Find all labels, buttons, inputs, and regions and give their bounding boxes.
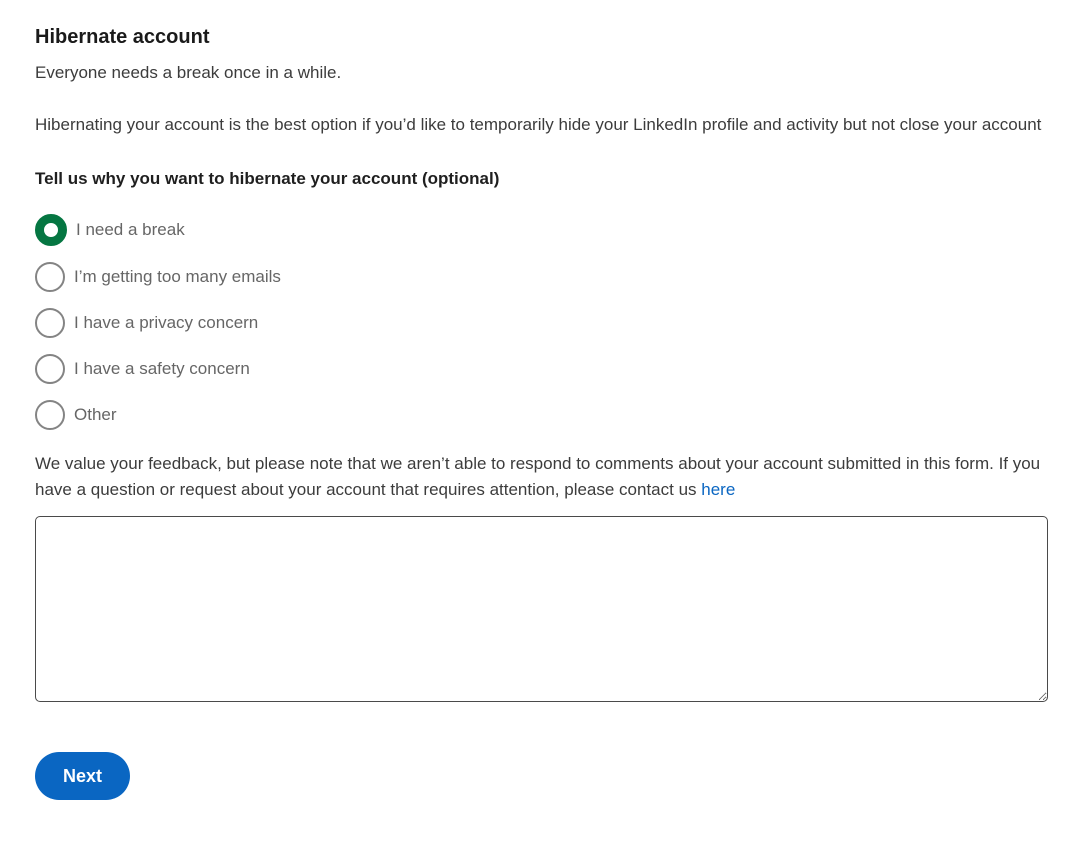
radio-button-icon[interactable] xyxy=(35,214,67,246)
radio-option-4[interactable]: Other xyxy=(35,400,1048,430)
radio-option-0[interactable]: I need a break xyxy=(35,214,1048,246)
feedback-note-text: We value your feedback, but please note … xyxy=(35,454,1040,499)
radio-option-label: I need a break xyxy=(76,219,185,241)
feedback-note: We value your feedback, but please note … xyxy=(35,451,1048,503)
radio-option-3[interactable]: I have a safety concern xyxy=(35,354,1048,384)
feedback-textarea[interactable] xyxy=(35,516,1048,702)
radio-button-icon[interactable] xyxy=(35,354,65,384)
next-button[interactable]: Next xyxy=(35,752,130,800)
radio-button-icon[interactable] xyxy=(35,262,65,292)
form-actions: Next xyxy=(35,752,1048,800)
radio-button-icon[interactable] xyxy=(35,400,65,430)
radio-option-label: I’m getting too many emails xyxy=(74,266,281,288)
radio-option-2[interactable]: I have a privacy concern xyxy=(35,308,1048,338)
hibernate-description: Hibernating your account is the best opt… xyxy=(35,112,1048,138)
contact-us-link[interactable]: here xyxy=(701,480,735,499)
page-title: Hibernate account xyxy=(35,24,1048,50)
radio-button-icon[interactable] xyxy=(35,308,65,338)
hibernate-reason-radio-group: I need a break I’m getting too many emai… xyxy=(35,214,1048,430)
page-subtitle: Everyone needs a break once in a while. xyxy=(35,62,1048,84)
hibernate-account-page: Hibernate account Everyone needs a break… xyxy=(0,0,1072,862)
hibernate-account-content: Hibernate account Everyone needs a break… xyxy=(35,24,1048,800)
reason-question-label: Tell us why you want to hibernate your a… xyxy=(35,168,1048,190)
radio-option-label: I have a privacy concern xyxy=(74,312,258,334)
radio-option-label: I have a safety concern xyxy=(74,358,250,380)
radio-option-label: Other xyxy=(74,404,117,426)
radio-option-1[interactable]: I’m getting too many emails xyxy=(35,262,1048,292)
